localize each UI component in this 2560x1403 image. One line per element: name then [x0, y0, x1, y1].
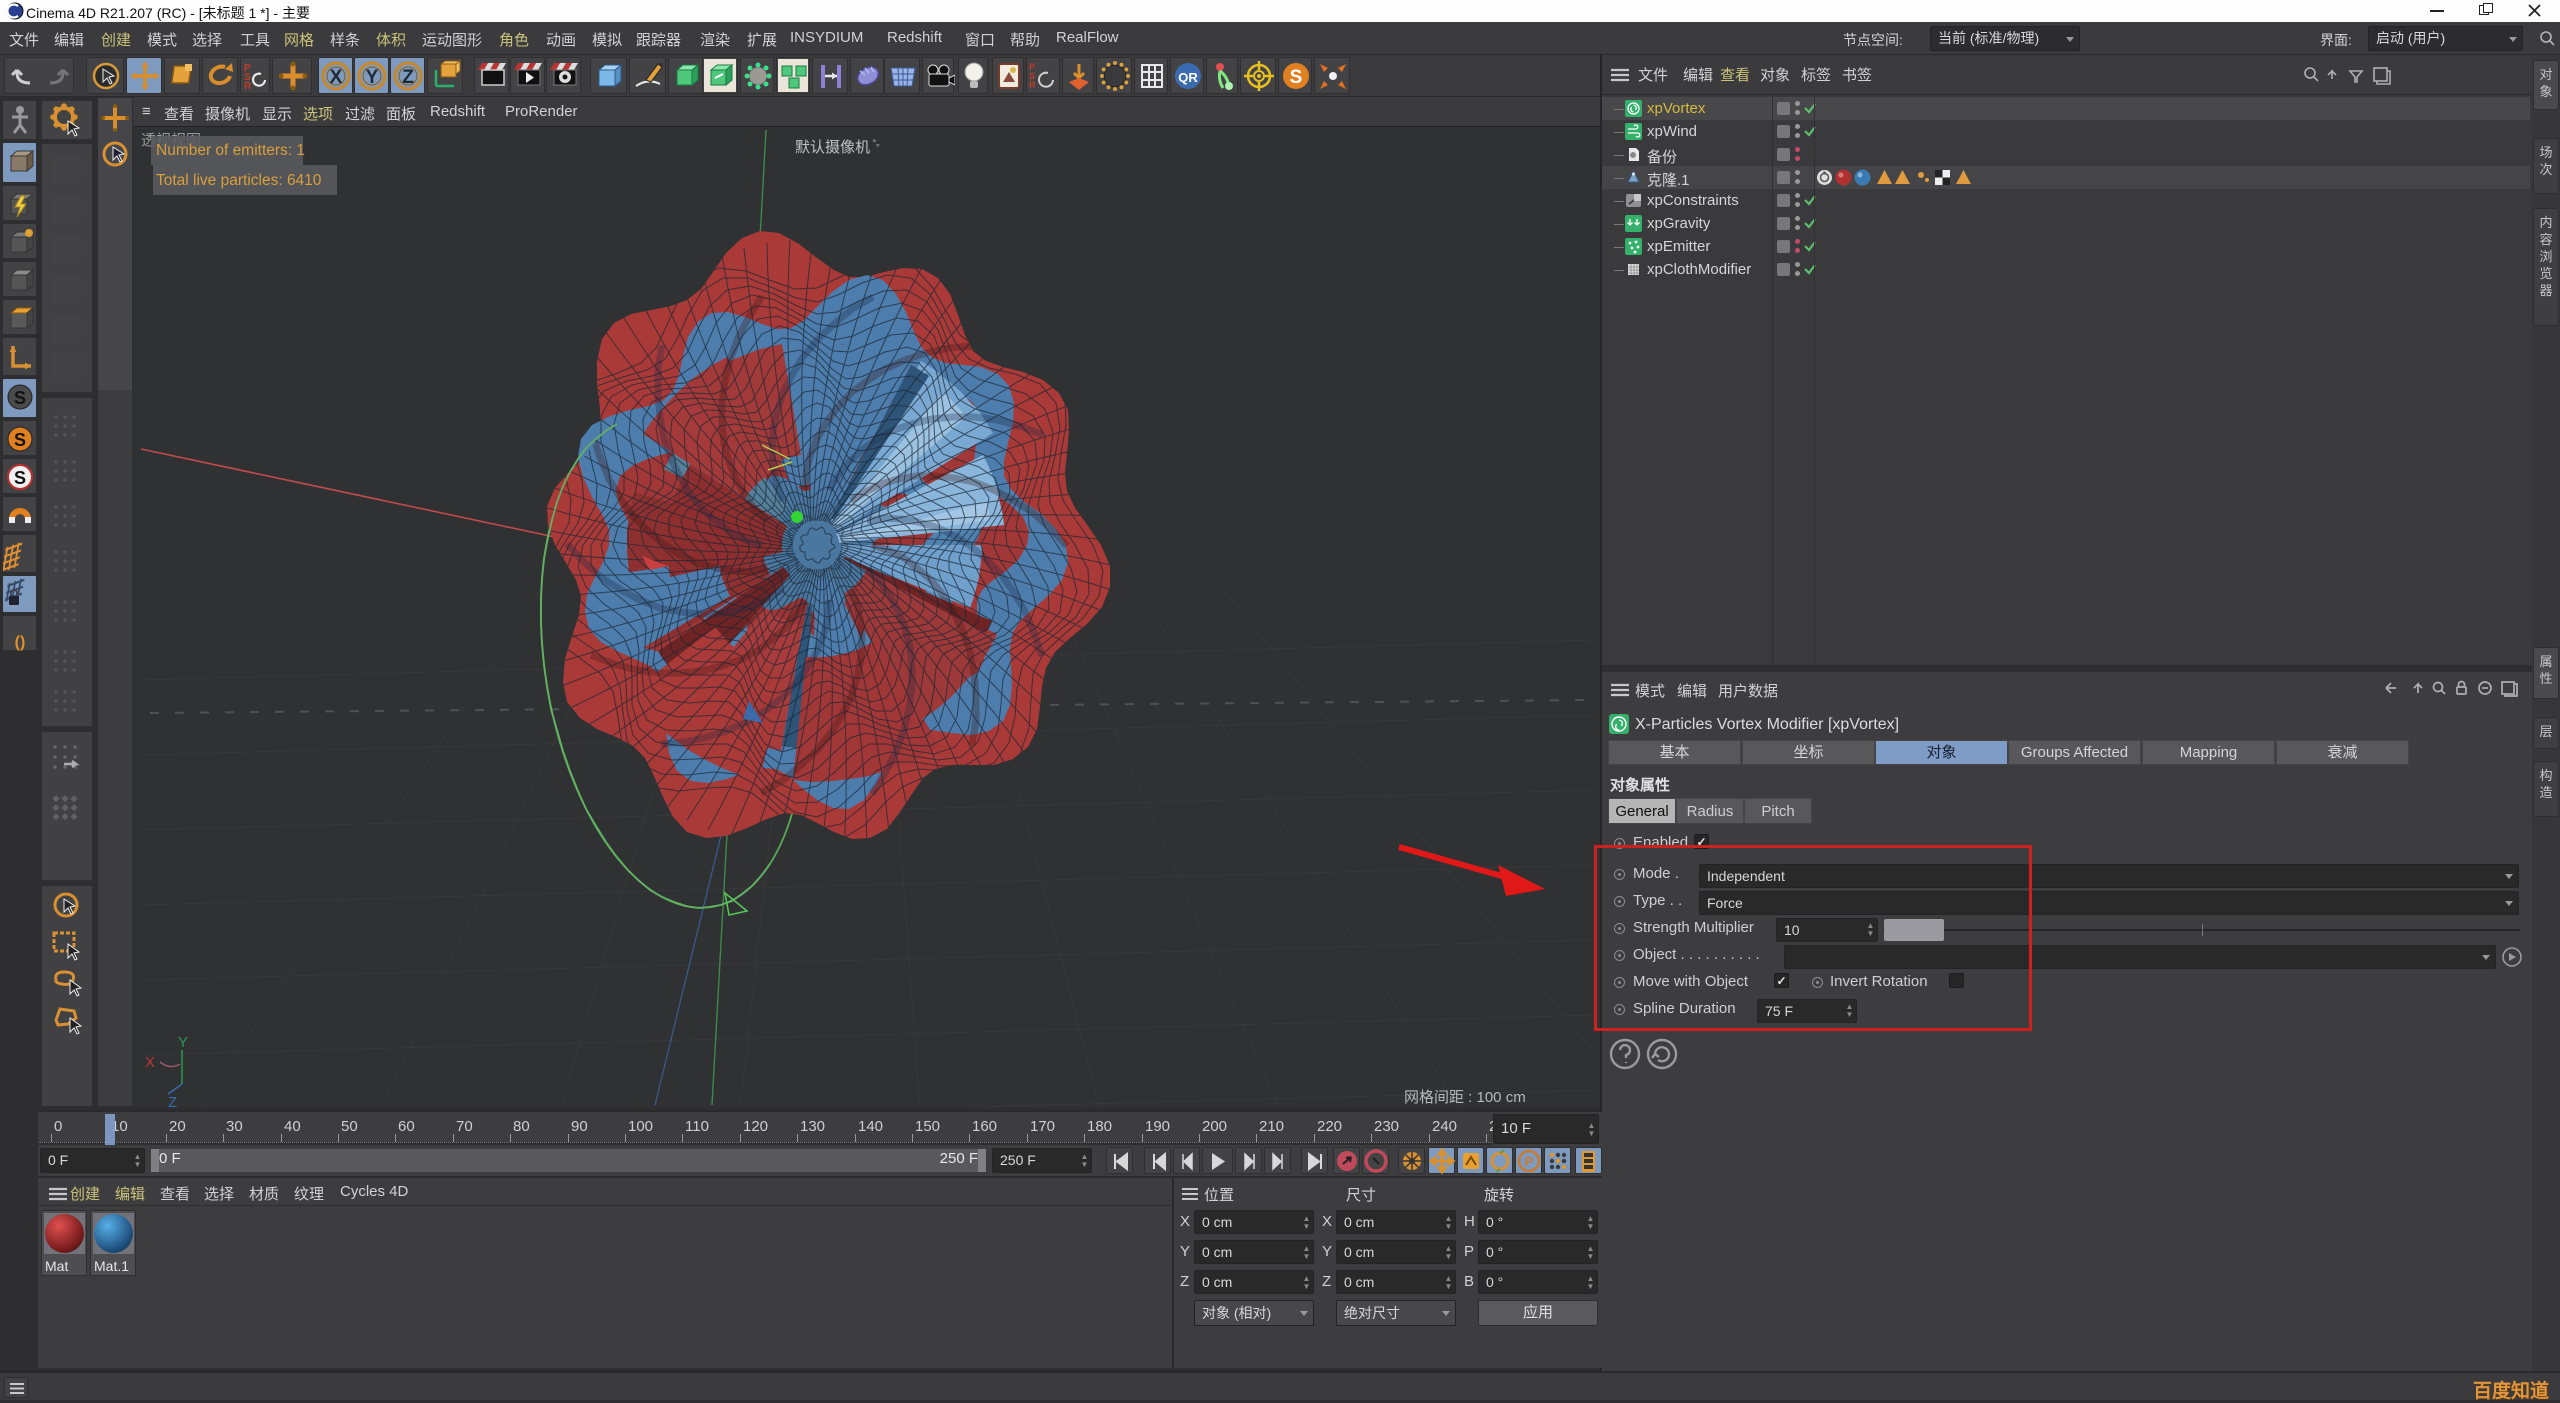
svg-text:Z: Z: [168, 1094, 177, 1107]
svg-text:S: S: [14, 430, 26, 450]
svg-text:(): (): [15, 634, 26, 651]
svg-text:P: P: [1525, 1154, 1534, 1169]
svg-text:S: S: [14, 468, 26, 488]
svg-text:X: X: [145, 1054, 155, 1071]
svg-text:R: R: [1029, 80, 1036, 90]
svg-text:X: X: [330, 67, 343, 88]
svg-text:Y: Y: [178, 1034, 188, 1051]
svg-text:R: R: [244, 81, 252, 92]
svg-text:Z: Z: [402, 67, 414, 88]
svg-text:QR: QR: [1178, 70, 1198, 85]
svg-text:S: S: [1290, 67, 1303, 88]
svg-text:S: S: [14, 388, 26, 408]
svg-text:Y: Y: [366, 67, 379, 88]
